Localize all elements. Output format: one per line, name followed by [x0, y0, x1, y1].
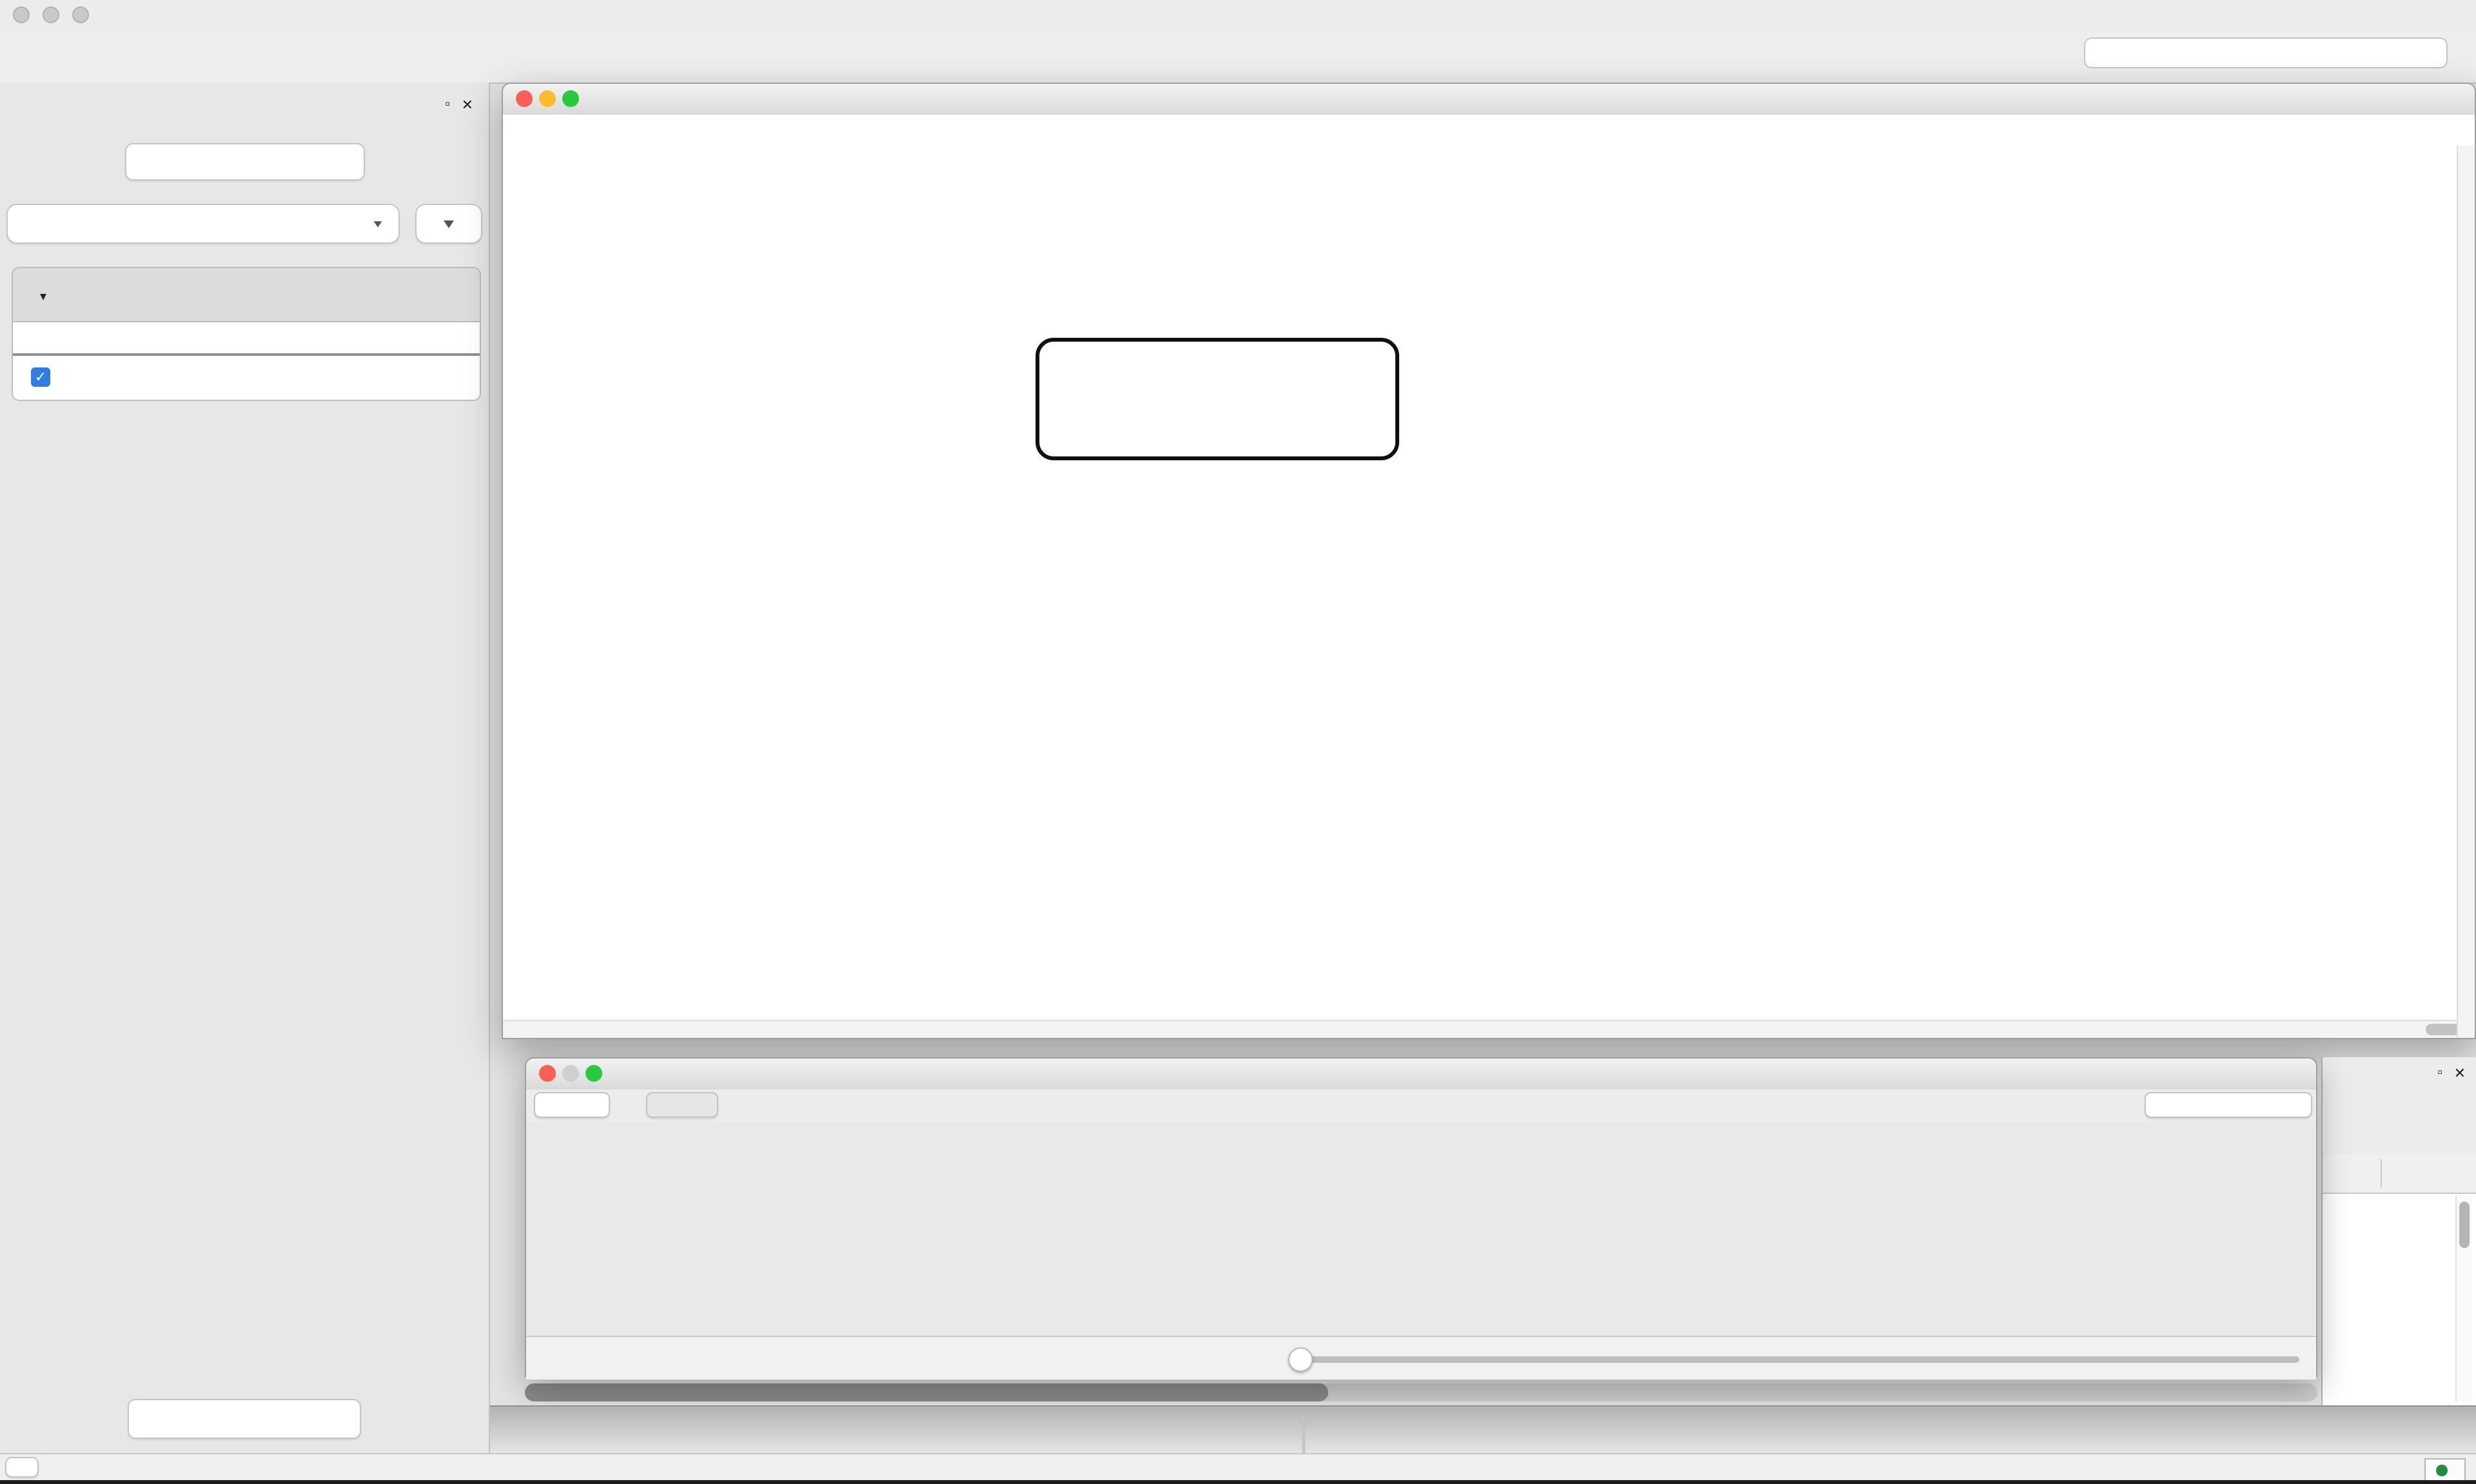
zoom-icon[interactable] [585, 1065, 602, 1082]
cytoscape-app: ▫ ✕ ▾ ✓ [0, 0, 2476, 1484]
close-icon[interactable] [539, 1065, 556, 1082]
cyanimator-titlebar [526, 1059, 2316, 1091]
search-input[interactable] [2093, 43, 2395, 63]
delete-frame-button[interactable] [646, 1092, 718, 1118]
add-frame-button[interactable] [534, 1092, 610, 1118]
table-scrollbar[interactable] [2455, 1195, 2472, 1401]
main-toolbar [0, 31, 2476, 84]
control-panel: ▫ ✕ ▾ ✓ [0, 83, 490, 1453]
float-panel-icon[interactable]: ▫ [2437, 1065, 2442, 1080]
table-header[interactable] [2323, 1154, 2476, 1194]
style-dropdown[interactable] [6, 204, 400, 244]
lock-size-row[interactable]: ✓ [13, 356, 480, 400]
close-window-icon[interactable] [13, 6, 30, 23]
vertical-scrollbar[interactable] [2457, 146, 2475, 1038]
cyanimator-window [525, 1057, 2317, 1377]
properties-panel: ▾ ✓ [12, 267, 481, 401]
network-window-titlebar [503, 84, 2475, 116]
checkbox-checked-icon[interactable]: ✓ [31, 367, 50, 387]
minimize-icon[interactable] [562, 1065, 579, 1082]
slider-knob[interactable] [1288, 1347, 1313, 1372]
transport-controls [526, 1336, 2316, 1380]
search-box[interactable] [2084, 37, 2448, 68]
close-icon[interactable] [516, 90, 533, 107]
chevron-down-icon [374, 221, 382, 228]
style-options-button[interactable] [415, 204, 482, 244]
table-tabs-band [490, 1405, 2476, 1454]
table-horizontal-scrollbar[interactable] [525, 1383, 2317, 1401]
properties-columns [13, 322, 480, 356]
memory-button[interactable] [2424, 1458, 2466, 1481]
properties-header[interactable]: ▾ [13, 268, 480, 322]
network-canvas[interactable] [503, 115, 2475, 1038]
network-window [502, 83, 2476, 1039]
minimize-window-icon[interactable] [43, 6, 59, 23]
maximize-window-icon[interactable] [72, 6, 89, 23]
bottom-edge [0, 1480, 2476, 1484]
close-panel-icon[interactable]: ✕ [2454, 1065, 2466, 1082]
timeline [526, 1122, 2316, 1336]
horizontal-scrollbar[interactable] [503, 1020, 2475, 1038]
memory-status-icon [2436, 1464, 2448, 1476]
cyanimator-toolbar [526, 1089, 2316, 1124]
chevron-down-icon [444, 220, 454, 228]
task-history-button[interactable] [5, 1457, 39, 1478]
app-titlebar [0, 0, 2476, 32]
table-panel: ▫ ✕ [2321, 1057, 2476, 1405]
animation-speed-slider[interactable] [1288, 1356, 2299, 1363]
minimize-icon[interactable] [539, 90, 556, 107]
close-panel-icon[interactable]: ✕ [462, 97, 473, 113]
annotation-box[interactable] [1036, 338, 1399, 460]
zoom-icon[interactable] [562, 90, 579, 107]
status-bar [0, 1453, 2476, 1481]
clear-all-frames-button[interactable] [2145, 1092, 2312, 1118]
float-panel-icon[interactable]: ▫ [445, 97, 450, 112]
